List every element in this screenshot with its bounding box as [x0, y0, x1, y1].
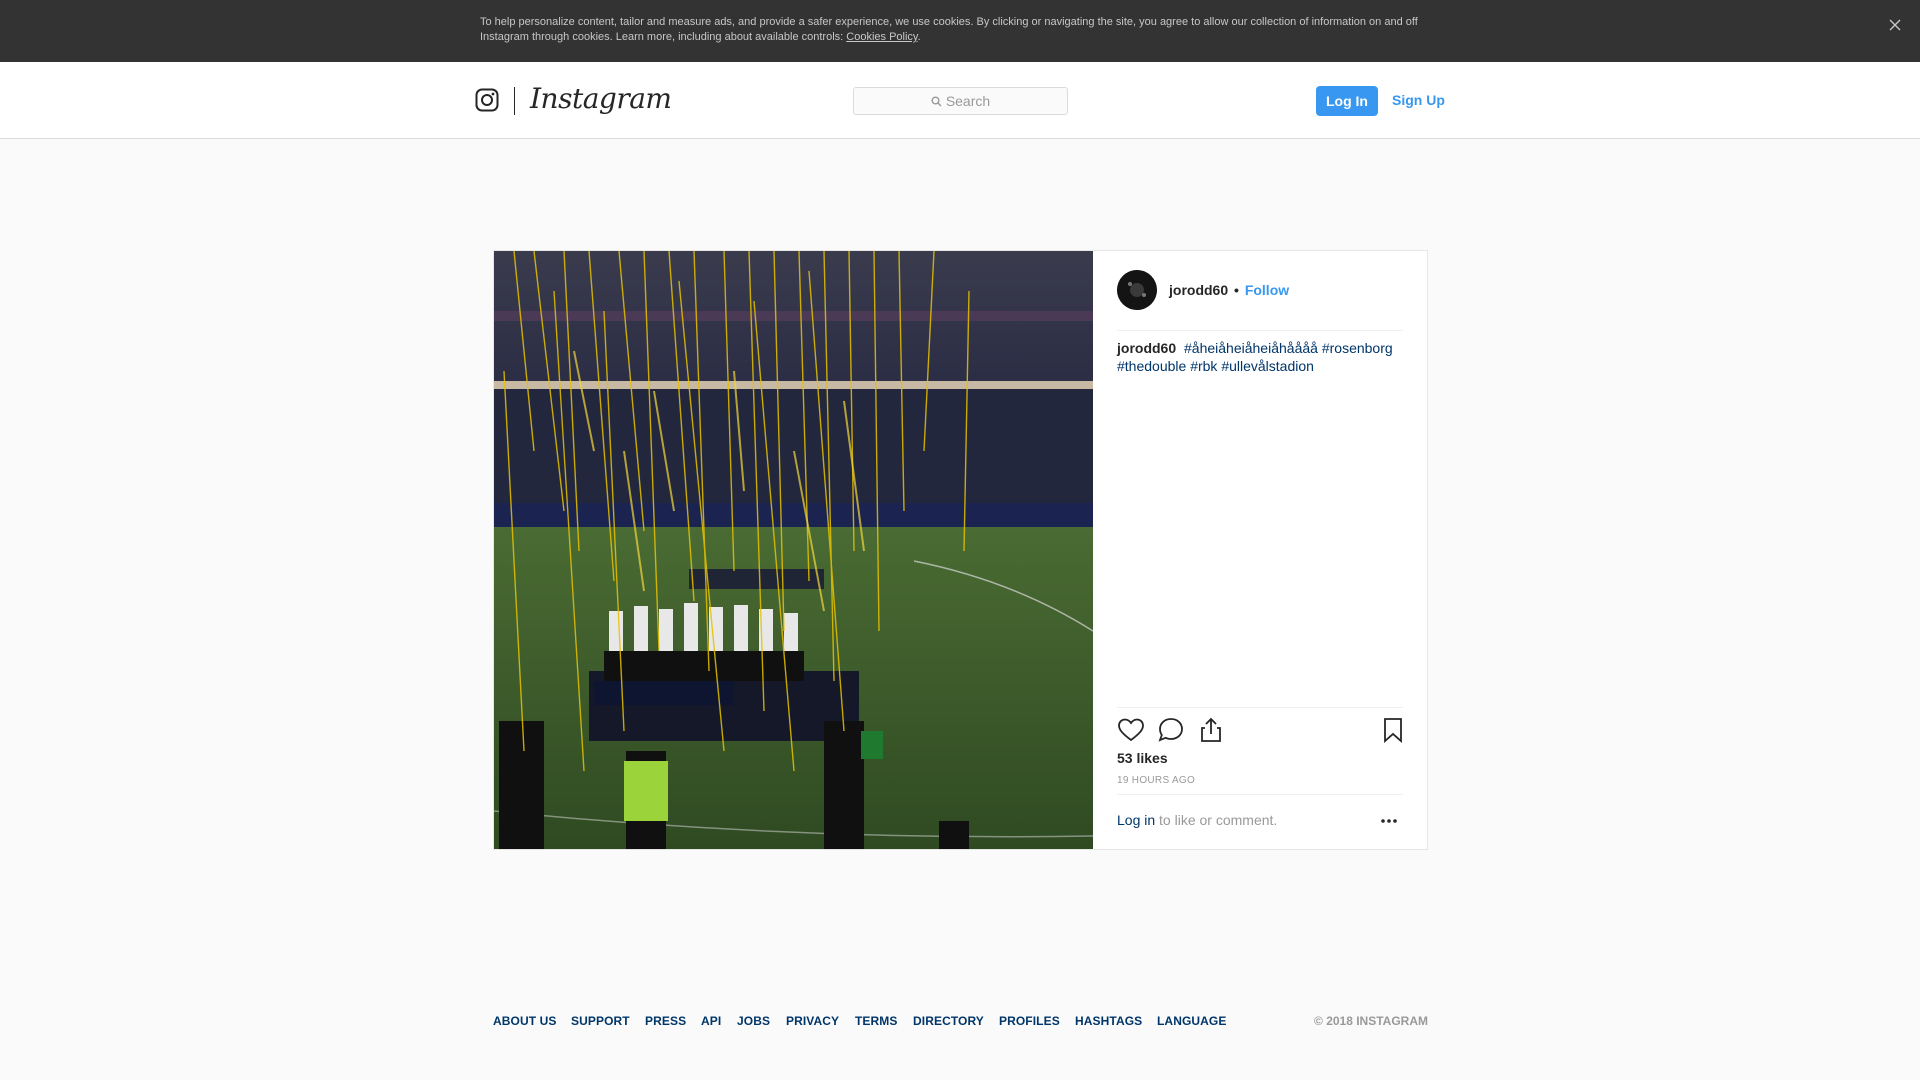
log-in-button[interactable]: Log In	[1316, 86, 1378, 116]
instagram-wordmark[interactable]: Instagram	[530, 82, 672, 115]
cookie-banner: To help personalize content, tailor and …	[0, 0, 1920, 62]
post-caption: jorodd60 #åheiåheiåheiåhåååå #rosenborg …	[1117, 339, 1407, 375]
follow-button[interactable]: Follow	[1245, 282, 1289, 298]
share-icon[interactable]	[1197, 716, 1225, 744]
avatar[interactable]	[1117, 270, 1157, 310]
more-options-icon[interactable]	[1377, 813, 1401, 829]
footer-link-api[interactable]: API	[701, 1014, 721, 1028]
logo-divider	[514, 87, 515, 115]
hashtag-link[interactable]: #ullevålstadion	[1221, 358, 1314, 374]
author-username[interactable]: jorodd60	[1169, 282, 1228, 298]
footer-link-language[interactable]: LANGUAGE	[1157, 1014, 1226, 1028]
footer-link-jobs[interactable]: JOBS	[737, 1014, 770, 1028]
post-photo[interactable]	[494, 251, 1093, 849]
sign-up-link[interactable]: Sign Up	[1392, 90, 1445, 110]
hashtag-link[interactable]: #rosenborg	[1322, 340, 1393, 356]
copyright: © 2018 INSTAGRAM	[1314, 1014, 1428, 1028]
close-icon[interactable]	[1884, 14, 1906, 36]
hashtag-link[interactable]: #thedouble	[1117, 358, 1186, 374]
search-placeholder: Search	[945, 93, 991, 109]
cookies-policy-link[interactable]: Cookies Policy	[846, 31, 917, 43]
cookie-text: To help personalize content, tailor and …	[480, 15, 1440, 45]
post-sidebar: jorodd60 • Follow jorodd60 #åheiåheiåhei…	[1093, 251, 1427, 849]
post-header: jorodd60 • Follow	[1117, 269, 1403, 331]
search-input[interactable]: Search	[853, 87, 1068, 115]
footer-link-privacy[interactable]: PRIVACY	[786, 1014, 839, 1028]
search-icon	[931, 96, 942, 107]
login-prompt-text: to like or comment.	[1155, 812, 1278, 828]
post-card: jorodd60 • Follow jorodd60 #åheiåheiåhei…	[493, 250, 1428, 850]
login-prompt: Log in to like or comment.	[1117, 812, 1277, 828]
cookie-message: To help personalize content, tailor and …	[480, 16, 1418, 43]
comment-icon[interactable]	[1157, 716, 1185, 744]
footer-link-profiles[interactable]: PROFILES	[999, 1014, 1060, 1028]
like-count[interactable]: 53 likes	[1117, 750, 1168, 766]
heart-icon[interactable]	[1117, 716, 1145, 744]
log-in-link[interactable]: Log in	[1117, 812, 1155, 828]
post-timestamp: 19 HOURS AGO	[1117, 775, 1196, 786]
post-actions: 53 likes 19 HOURS AGO	[1117, 707, 1403, 807]
footer-link-hashtags[interactable]: HASHTAGS	[1075, 1014, 1142, 1028]
footer-link-directory[interactable]: DIRECTORY	[913, 1014, 984, 1028]
hashtag-link[interactable]: #rbk	[1190, 358, 1217, 374]
top-navigation-bar: Instagram Search Log In Sign Up	[0, 62, 1920, 139]
separator-dot: •	[1234, 282, 1239, 298]
footer-link-about-us[interactable]: ABOUT US	[493, 1014, 556, 1028]
page-footer: ABOUT US SUPPORT PRESS API JOBS PRIVACY …	[493, 1014, 1428, 1030]
post-photo-image	[494, 251, 1093, 849]
footer-link-support[interactable]: SUPPORT	[571, 1014, 630, 1028]
cookie-suffix: .	[917, 31, 921, 43]
instagram-camera-icon[interactable]	[475, 88, 499, 112]
caption-username[interactable]: jorodd60	[1117, 340, 1176, 356]
footer-link-press[interactable]: PRESS	[645, 1014, 686, 1028]
hashtag-link[interactable]: #åheiåheiåheiåhåååå	[1184, 340, 1318, 356]
comment-section: Log in to like or comment.	[1117, 794, 1403, 846]
bookmark-icon[interactable]	[1379, 716, 1407, 744]
post-author: jorodd60 • Follow	[1169, 282, 1289, 298]
footer-link-terms[interactable]: TERMS	[855, 1014, 898, 1028]
